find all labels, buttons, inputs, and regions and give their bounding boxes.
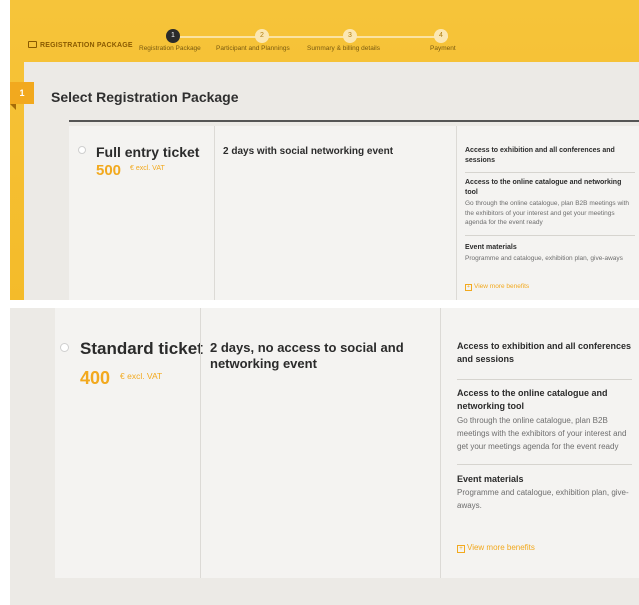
benefit-title: Access to exhibition and all conferences… [457, 341, 632, 364]
benefit-text: Go through the online catalogue, plan B2… [457, 416, 627, 451]
registration-package-heading: REGISTRATION PACKAGE [28, 41, 133, 49]
benefit-text: Go through the online catalogue, plan B2… [465, 200, 630, 226]
ticket-price-note: € excl. VAT [120, 371, 163, 381]
benefit-title: Access to the online catalogue and netwo… [465, 179, 622, 196]
ticket-description: 2 days with social networking event [223, 146, 394, 157]
ticket-radio-full-entry[interactable] [78, 146, 86, 154]
registration-header-crop: REGISTRATION PACKAGE 1 Registration Pack… [10, 0, 639, 300]
package-icon [28, 41, 37, 48]
step-4-label: Payment [430, 45, 456, 52]
column-divider [440, 308, 441, 578]
ticket-radio-standard[interactable] [60, 343, 69, 352]
page-title: Select Registration Package [51, 89, 239, 105]
step-4-indicator[interactable]: 4 [434, 29, 448, 43]
benefit-title: Event materials [465, 244, 517, 251]
ticket-price: 400 [80, 368, 111, 388]
ticket-name: Standard ticket [80, 339, 203, 358]
step-1-label: Registration Package [139, 45, 201, 52]
ticket-price-note: € excl. VAT [130, 165, 165, 172]
ticket-description: 2 days, no access to social and networki… [210, 340, 404, 371]
view-more-benefits-link[interactable]: + View more benefits [457, 543, 535, 553]
benefit-title: Access to the online catalogue and netwo… [457, 388, 608, 411]
ticket-card-full-entry[interactable]: Full entry ticket 500 € excl. VAT 2 days… [69, 126, 639, 300]
step-3-indicator[interactable]: 3 [343, 29, 357, 43]
plus-icon: + [457, 545, 465, 553]
benefit-title: Access to exhibition and all conferences… [465, 147, 615, 164]
registration-label: REGISTRATION PACKAGE [40, 42, 133, 49]
section-step-badge: 1 [10, 82, 34, 104]
step-2-label: Participant and Plannings [216, 45, 290, 52]
section-divider [69, 120, 639, 122]
benefit-title: Event materials [457, 474, 524, 484]
column-divider [456, 126, 457, 300]
ticket-name: Full entry ticket [96, 144, 200, 160]
section-step-badge-fold [10, 104, 16, 110]
view-more-benefits-link[interactable]: + View more benefits [465, 283, 529, 291]
benefit-separator [457, 464, 632, 465]
benefit-separator [465, 235, 635, 236]
benefit-text: Programme and catalogue, exhibition plan… [465, 255, 623, 262]
benefit-text: Programme and catalogue, exhibition plan… [457, 488, 629, 510]
benefit-separator [465, 172, 635, 173]
step-1-indicator[interactable]: 1 [166, 29, 180, 43]
column-divider [200, 308, 201, 578]
benefit-separator [457, 379, 632, 380]
ticket-card-standard[interactable]: Standard ticket 400 € excl. VAT 2 days, … [55, 308, 639, 578]
stepper-line [173, 36, 448, 38]
step-2-indicator[interactable]: 2 [255, 29, 269, 43]
ticket-price: 500 [96, 162, 122, 179]
plus-icon: + [465, 284, 472, 291]
zoomed-ticket-crop: Standard ticket 400 € excl. VAT 2 days, … [10, 308, 639, 605]
step-3-label: Summary & billing details [307, 45, 380, 52]
column-divider [214, 126, 215, 300]
